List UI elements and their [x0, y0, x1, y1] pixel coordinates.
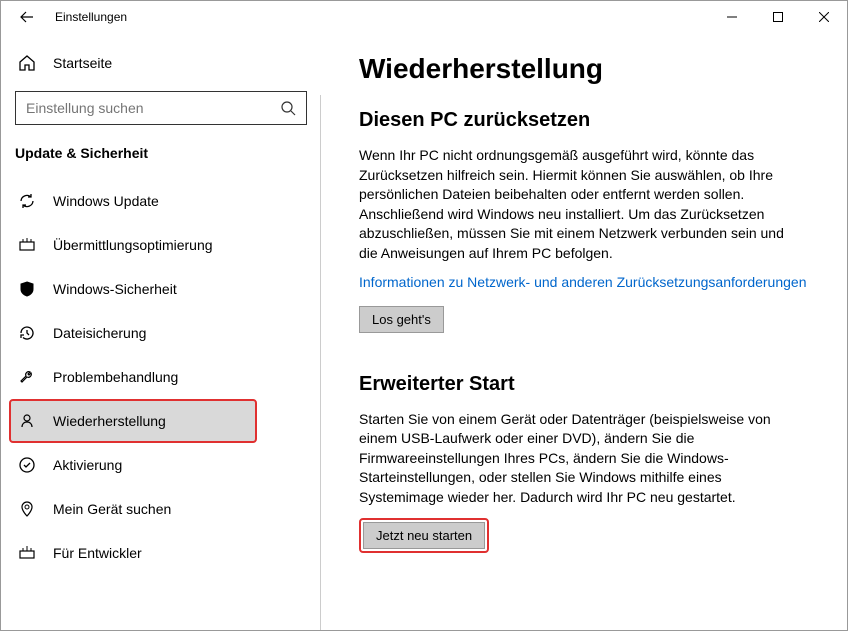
minimize-icon [727, 12, 737, 22]
reset-title: Diesen PC zurücksetzen [359, 109, 817, 132]
sidebar-item-windows-update[interactable]: Windows Update [15, 179, 307, 223]
sidebar-item-windows-security[interactable]: Windows-Sicherheit [15, 267, 307, 311]
find-device-icon [17, 499, 37, 519]
sidebar-item-label: Übermittlungsoptimierung [53, 237, 213, 253]
close-icon [819, 12, 829, 22]
sidebar-item-recovery[interactable]: Wiederherstellung [9, 399, 257, 443]
reset-info-link[interactable]: Informationen zu Netzwerk- und anderen Z… [359, 274, 806, 290]
sidebar-item-label: Windows Update [53, 193, 159, 209]
advanced-title: Erweiterter Start [359, 373, 817, 396]
activation-icon [17, 455, 37, 475]
sidebar-home-label: Startseite [53, 55, 112, 71]
maximize-button[interactable] [755, 1, 801, 33]
arrow-left-icon [20, 10, 34, 24]
advanced-body: Starten Sie von einem Gerät oder Datentr… [359, 410, 799, 508]
search-box[interactable] [15, 91, 307, 125]
maximize-icon [773, 12, 783, 22]
sidebar-item-label: Windows-Sicherheit [53, 281, 177, 297]
sidebar-item-find-device[interactable]: Mein Gerät suchen [15, 487, 307, 531]
recovery-icon [17, 411, 37, 431]
window-title: Einstellungen [55, 10, 127, 24]
back-button[interactable] [11, 1, 43, 33]
sidebar-item-activation[interactable]: Aktivierung [15, 443, 307, 487]
delivery-icon [17, 235, 37, 255]
sidebar-section-header: Update & Sicherheit [15, 145, 307, 161]
home-icon [15, 54, 39, 72]
developer-icon [17, 543, 37, 563]
restart-now-button[interactable]: Jetzt neu starten [363, 522, 485, 549]
sidebar-item-troubleshoot[interactable]: Problembehandlung [15, 355, 307, 399]
close-button[interactable] [801, 1, 847, 33]
search-icon [280, 100, 296, 116]
sync-icon [17, 191, 37, 211]
sidebar: Startseite Update & Sicherheit Windows U… [1, 33, 321, 630]
sidebar-item-label: Aktivierung [53, 457, 122, 473]
main-content: Wiederherstellung Diesen PC zurücksetzen… [321, 33, 847, 630]
shield-icon [17, 279, 37, 299]
sidebar-item-label: Wiederherstellung [53, 413, 166, 429]
search-input[interactable] [26, 100, 280, 116]
sidebar-item-label: Mein Gerät suchen [53, 501, 171, 517]
minimize-button[interactable] [709, 1, 755, 33]
sidebar-home[interactable]: Startseite [15, 43, 307, 83]
sidebar-item-for-developers[interactable]: Für Entwickler [15, 531, 307, 575]
backup-icon [17, 323, 37, 343]
sidebar-item-label: Für Entwickler [53, 545, 142, 561]
reset-body: Wenn Ihr PC nicht ordnungsgemäß ausgefüh… [359, 146, 799, 264]
restart-highlight: Jetzt neu starten [359, 518, 489, 553]
page-title: Wiederherstellung [359, 53, 817, 85]
sidebar-item-label: Problembehandlung [53, 369, 178, 385]
sidebar-item-delivery-optimization[interactable]: Übermittlungsoptimierung [15, 223, 307, 267]
sidebar-item-backup[interactable]: Dateisicherung [15, 311, 307, 355]
titlebar: Einstellungen [1, 1, 847, 33]
reset-start-button[interactable]: Los geht's [359, 306, 444, 333]
sidebar-item-label: Dateisicherung [53, 325, 146, 341]
wrench-icon [17, 367, 37, 387]
